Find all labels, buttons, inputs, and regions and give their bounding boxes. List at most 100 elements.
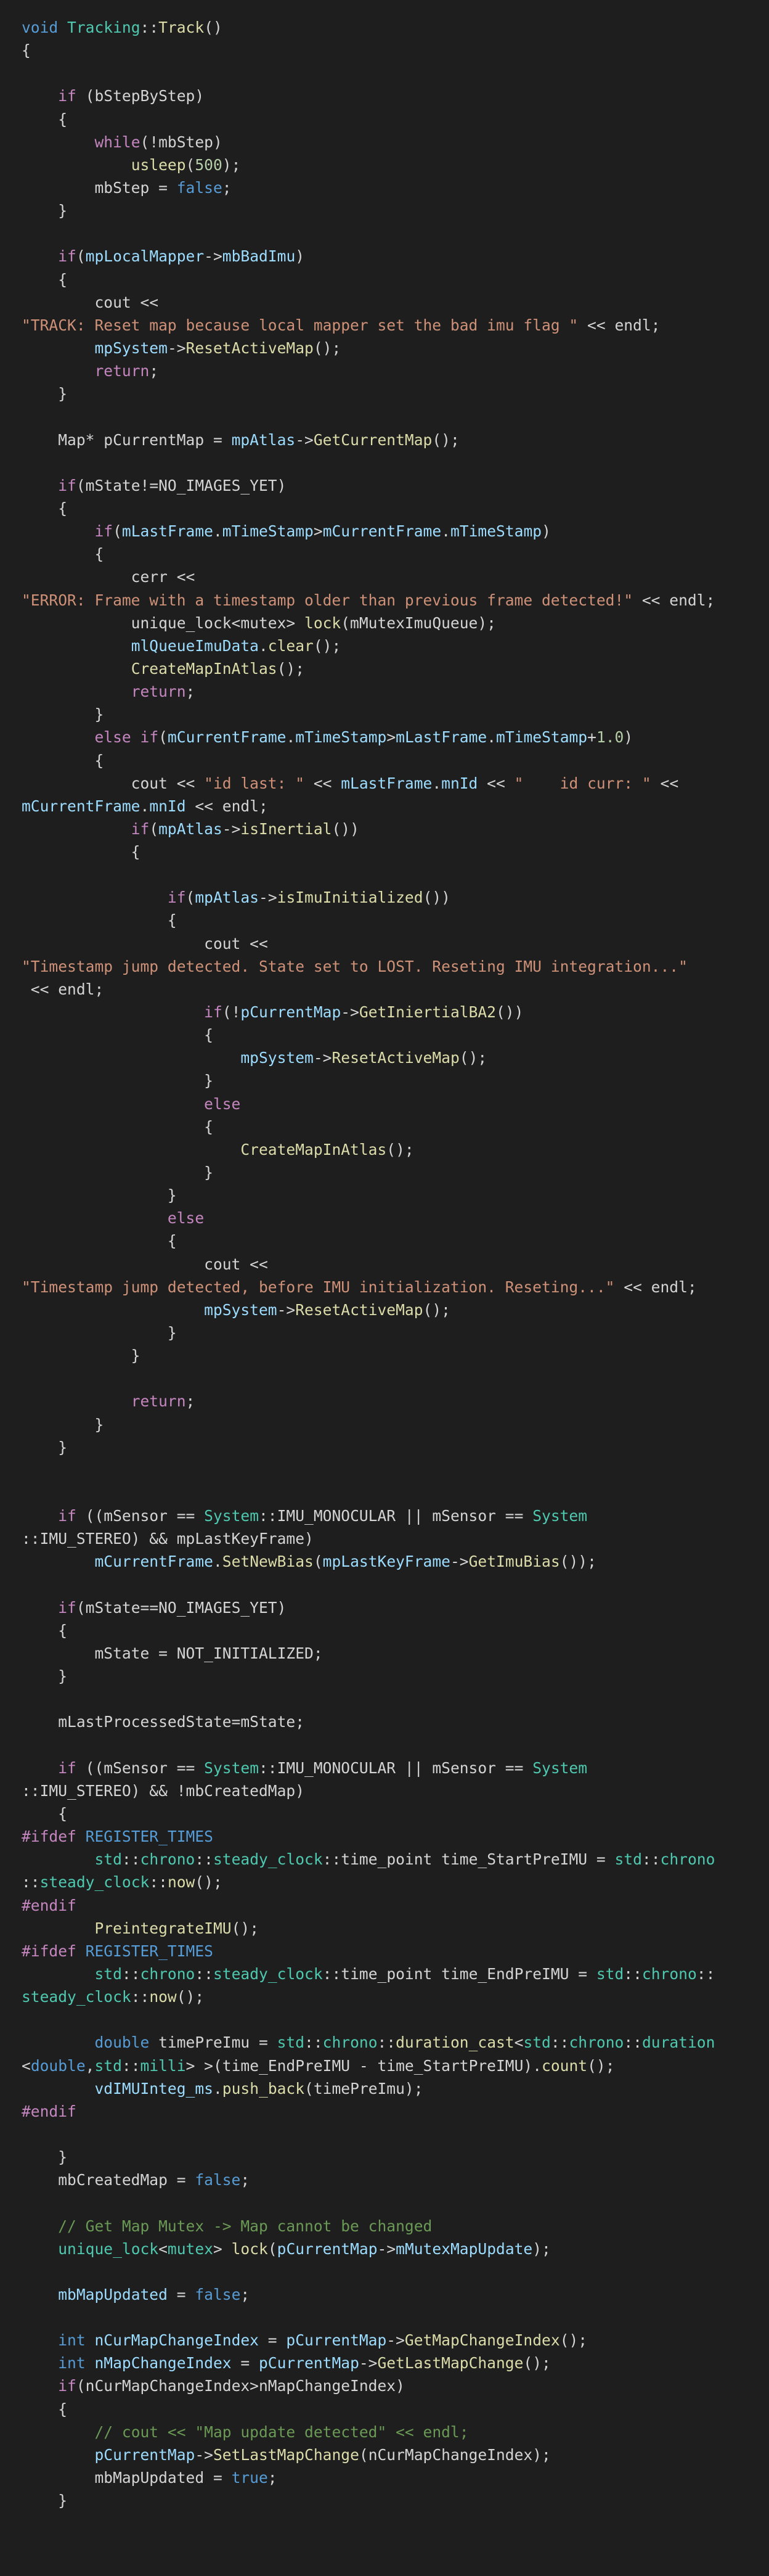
code-token-keyword: double: [30, 2056, 86, 2075]
code-token-macro: #endif: [22, 2102, 76, 2120]
code-token-type: chrono: [569, 2033, 624, 2052]
code-token-plain: .: [286, 728, 296, 747]
code-line: }: [22, 1344, 769, 1367]
code-token-func: PreintegrateIMU: [94, 1919, 232, 1937]
code-token-plain: cout <<: [22, 1255, 268, 1273]
code-line: return;: [22, 1390, 769, 1413]
code-line: "TRACK: Reset map because local mapper s…: [22, 314, 769, 337]
code-token-var: mLastFrame: [341, 774, 433, 792]
code-token-var: mpSystem: [240, 1049, 314, 1067]
code-token-plain: .: [140, 797, 150, 815]
code-token-plain: ): [624, 728, 633, 747]
code-token-keyword: int: [58, 2331, 86, 2350]
code-token-var: mpSystem: [204, 1300, 277, 1319]
code-line: }: [22, 1161, 769, 1184]
code-token-keyword: int: [58, 2354, 86, 2373]
code-token-plain: {: [22, 1026, 213, 1044]
code-token-var: mnId: [149, 797, 186, 815]
code-token-plain: .: [213, 2079, 222, 2098]
code-token-plain: {: [22, 1117, 213, 1136]
code-token-plain: ;: [149, 362, 159, 380]
code-line: mpSystem->ResetActiveMap();: [22, 337, 769, 359]
code-token-plain: ): [542, 522, 551, 541]
code-line: {: [22, 108, 769, 131]
code-line: "Timestamp jump detected, before IMU ini…: [22, 1276, 769, 1298]
code-token-plain: timePreImu =: [149, 2033, 277, 2052]
code-token-plain: ::: [121, 2056, 140, 2075]
code-token-control: if: [140, 728, 159, 747]
code-token-plain: ->: [377, 2239, 396, 2258]
code-token-plain: ->: [222, 819, 241, 838]
code-line: cerr <<: [22, 565, 769, 588]
code-token-plain: ->: [277, 1300, 296, 1319]
code-line: if(!pCurrentMap->GetIniertialBA2()): [22, 1001, 769, 1023]
code-token-plain: ::: [195, 1964, 213, 1983]
code-token-var: mTimeStamp: [496, 728, 588, 747]
code-line: }: [22, 703, 769, 726]
code-token-string: "Timestamp jump detected, before IMU ini…: [22, 1278, 615, 1296]
code-token-plain: {: [22, 270, 68, 289]
code-token-plain: +: [587, 728, 596, 747]
code-token-var: mCurrentFrame: [94, 1553, 213, 1571]
code-token-var: mpAtlas: [195, 888, 259, 907]
code-token-plain: ::: [550, 2033, 569, 2052]
code-token-plain: );: [222, 155, 241, 174]
code-line: {: [22, 749, 769, 772]
code-token-plain: ();: [523, 2354, 551, 2373]
code-line: Map* pCurrentMap = mpAtlas->GetCurrentMa…: [22, 429, 769, 451]
code-line: mbMapUpdated = true;: [22, 2466, 769, 2489]
code-token-plain: ->: [450, 1553, 469, 1571]
code-token-plain: unique_lock<mutex>: [22, 613, 305, 632]
code-token-plain: ::: [131, 1988, 150, 2006]
code-token-plain: cout <<: [22, 293, 159, 311]
code-line: cout << "id last: " << mLastFrame.mnId <…: [22, 772, 769, 795]
code-token-var: mnId: [441, 774, 478, 792]
code-token-type: std: [596, 1964, 624, 1983]
code-token-plain: (nCurMapChangeIndex>nMapChangeIndex): [76, 2377, 405, 2395]
code-token-plain: ::: [195, 1850, 213, 1869]
code-token-keyword: void: [22, 18, 59, 36]
code-line: mLastProcessedState=mState;: [22, 1710, 769, 1733]
code-token-func: CreateMapInAtlas: [240, 1140, 387, 1159]
code-line: cout <<: [22, 291, 769, 314]
code-line: << endl;: [22, 978, 769, 1001]
code-token-comment: // cout << "Map update detected" << endl…: [94, 2422, 469, 2441]
code-token-string: "Timestamp jump detected. State set to L…: [22, 957, 688, 975]
code-token-plain: ::: [149, 1873, 168, 1892]
code-token-string: "TRACK: Reset map because local mapper s…: [22, 316, 579, 334]
code-line: if(mLastFrame.mTimeStamp>mCurrentFrame.m…: [22, 520, 769, 543]
code-token-plain: >: [213, 2239, 232, 2258]
code-token-plain: ::: [624, 1964, 642, 1983]
code-line: if(mpAtlas->isInertial()): [22, 818, 769, 840]
code-token-type: System: [204, 1758, 259, 1777]
code-token-plain: .: [441, 522, 450, 541]
code-token-keyword: false: [176, 178, 222, 197]
code-line: mState = NOT_INITIALIZED;: [22, 1642, 769, 1665]
code-token-control: if: [58, 1507, 76, 1525]
code-token-plain: <<: [304, 774, 341, 792]
code-token-control: else: [204, 1094, 241, 1113]
code-token-plain: ::: [377, 2033, 396, 2052]
code-token-plain: {: [22, 1232, 177, 1250]
code-editor[interactable]: void Tracking::Track(){ if (bStepByStep)…: [0, 0, 769, 2576]
code-token-plain: ();: [459, 1049, 487, 1067]
code-token-plain: ::time_point time_EndPreIMU =: [322, 1964, 596, 1983]
code-line: int nCurMapChangeIndex = pCurrentMap->Ge…: [22, 2329, 769, 2352]
code-token-var: mpLastKeyFrame: [322, 1553, 450, 1571]
code-token-plain: (!mbStep): [140, 133, 222, 151]
code-token-plain: ->: [195, 2445, 213, 2464]
code-token-plain: ,: [85, 2056, 95, 2075]
